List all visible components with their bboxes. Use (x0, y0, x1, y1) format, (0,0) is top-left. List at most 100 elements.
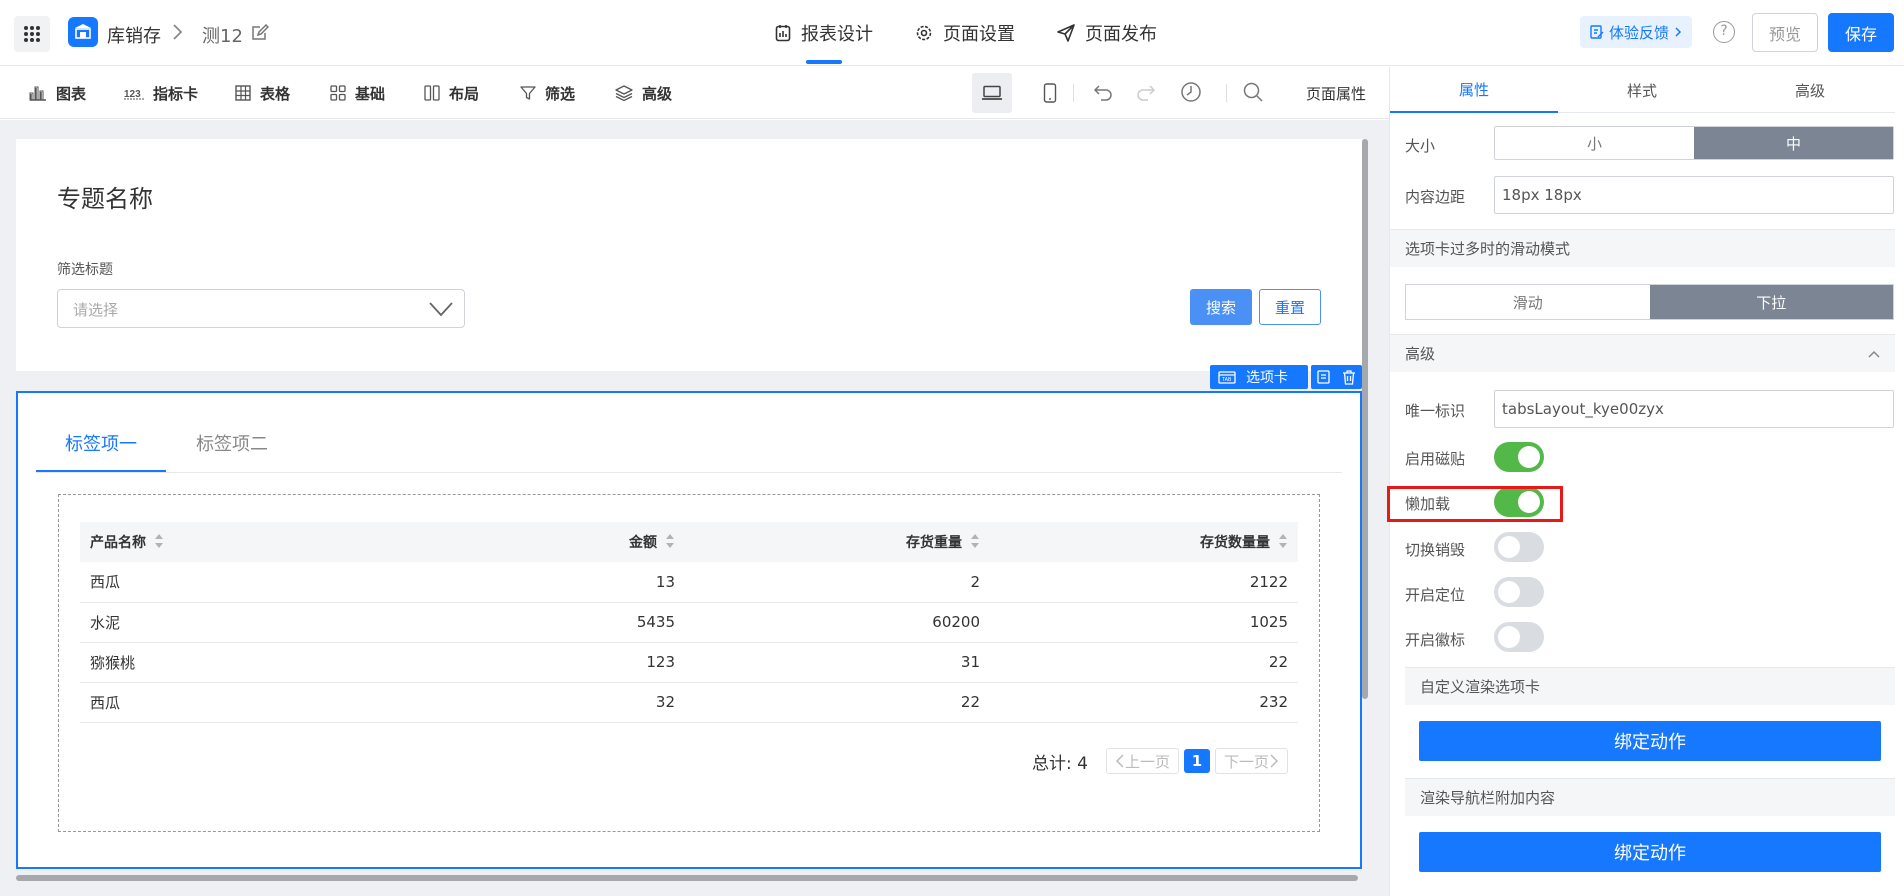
phone-icon (1043, 83, 1057, 103)
tool-filter[interactable]: 筛选 (520, 67, 575, 119)
tab-item-2[interactable]: 标签项二 (196, 430, 268, 456)
tool-label: 指标卡 (153, 84, 199, 103)
chevron-left-icon (1115, 754, 1124, 768)
table-cell: 西瓜 (80, 562, 380, 603)
tab-bar: 标签项一 标签项二 (36, 393, 1342, 473)
size-option-medium[interactable]: 中 (1694, 127, 1893, 159)
tool-advanced[interactable]: 高级 (615, 67, 672, 119)
next-label: 下一页 (1223, 752, 1269, 771)
tabs-card[interactable]: 标签项一 标签项二 产品名称 金额 存货重量 存货数量量 西瓜 13 2 212… (16, 391, 1362, 869)
table-row[interactable]: 西瓜 13 2 2122 (80, 562, 1298, 603)
scroll-option-dropdown[interactable]: 下拉 (1649, 285, 1893, 319)
tool-layout[interactable]: 布局 (424, 67, 479, 119)
filter-label: 筛选标题 (57, 262, 113, 278)
toggle-switch-locate[interactable] (1494, 577, 1544, 607)
tab-advanced[interactable]: 高级 (1726, 67, 1894, 113)
search-button[interactable]: 搜索 (1190, 289, 1252, 325)
prev-page-button[interactable]: 上一页 (1105, 748, 1179, 774)
column-header[interactable]: 存货重量 (685, 522, 990, 562)
sort-icon[interactable] (154, 533, 164, 553)
toggle-switch-badge[interactable] (1494, 622, 1544, 652)
copy-icon[interactable] (1316, 369, 1332, 385)
filter-select[interactable]: 请选择 (57, 289, 465, 328)
bind-action-button[interactable]: 绑定动作 (1419, 721, 1881, 761)
padding-input[interactable]: 18px 18px (1494, 176, 1894, 214)
feedback-button[interactable]: 体验反馈 (1580, 16, 1693, 48)
page-number[interactable]: 1 (1183, 749, 1210, 773)
size-option-small[interactable]: 小 (1495, 127, 1694, 159)
table-row[interactable]: 水泥 5435 60200 1025 (80, 602, 1298, 643)
scroll-option-slide[interactable]: 滑动 (1406, 285, 1650, 319)
bar-chart-icon (29, 86, 46, 101)
apps-grid-icon[interactable] (14, 16, 50, 52)
sort-icon[interactable] (665, 533, 675, 553)
prev-label: 上一页 (1124, 752, 1170, 771)
toggle-knob (1498, 626, 1520, 648)
column-header[interactable]: 存货数量量 (990, 522, 1298, 562)
tool-chart[interactable]: 图表 (29, 67, 86, 119)
tab-label: 报表设计 (801, 24, 873, 45)
table-row[interactable]: 西瓜 32 22 232 (80, 682, 1298, 723)
custom-render-section: 自定义渲染选项卡 (1405, 667, 1895, 705)
toggle-knob (1518, 446, 1540, 468)
filter-card[interactable]: 专题名称 筛选标题 请选择 搜索 重置 (16, 139, 1362, 371)
preview-button[interactable]: 预览 (1752, 13, 1818, 52)
mobile-view-button[interactable] (1030, 73, 1070, 113)
tab-item-1[interactable]: 标签项一 (65, 430, 137, 456)
undo-icon[interactable] (1092, 81, 1114, 107)
tab-page-publish[interactable]: 页面发布 (1057, 0, 1157, 66)
tool-kpi-card[interactable]: 123 指标卡 (124, 67, 198, 119)
tab-style[interactable]: 样式 (1558, 67, 1726, 113)
toggle-switch-tile[interactable] (1494, 442, 1544, 472)
chevron-right-icon (1270, 754, 1279, 768)
tab-properties[interactable]: 属性 (1390, 67, 1558, 113)
tool-label: 基础 (355, 84, 386, 103)
padding-label: 内容边距 (1405, 188, 1466, 206)
edit-icon[interactable] (251, 23, 270, 46)
pagination: 总计: 4 上一页 1 下一页 (1032, 748, 1288, 774)
pagination-total: 总计: 4 (1032, 753, 1088, 774)
column-header[interactable]: 金额 (380, 522, 685, 562)
tool-basic[interactable]: 基础 (330, 67, 385, 119)
main-nav-tabs: 报表设计 页面设置 页面发布 (775, 0, 1199, 66)
page-properties-button[interactable]: 页面属性 (1306, 67, 1366, 119)
tool-label: 高级 (642, 84, 673, 103)
desktop-view-button[interactable] (972, 73, 1012, 113)
sort-icon[interactable] (1278, 533, 1288, 553)
panel-tabs: 属性 样式 高级 (1390, 67, 1895, 113)
tab-page-settings[interactable]: 页面设置 (915, 0, 1015, 66)
tab-report-design[interactable]: 报表设计 (775, 0, 873, 66)
save-button[interactable]: 保存 (1828, 13, 1894, 52)
table-cell: 60200 (685, 602, 990, 643)
top-bar: 库销存 测12 报表设计 页面设置 页面发布 体验反馈 ? 预览 保存 (0, 0, 1904, 66)
bind-action-button-2[interactable]: 绑定动作 (1419, 832, 1881, 872)
table-header-row: 产品名称 金额 存货重量 存货数量量 (80, 522, 1298, 562)
help-icon[interactable]: ? (1713, 21, 1735, 43)
sort-icon[interactable] (970, 533, 980, 553)
divider (1226, 84, 1227, 102)
page-name[interactable]: 测12 (202, 22, 243, 48)
horizontal-scrollbar[interactable] (16, 875, 1358, 881)
table-container[interactable]: 产品名称 金额 存货重量 存货数量量 西瓜 13 2 2122 水泥 5435 … (58, 494, 1320, 832)
table-cell: 2122 (990, 562, 1298, 603)
vertical-scrollbar[interactable] (1362, 139, 1368, 699)
tabs-component-badge[interactable]: TAB 选项卡 (1210, 365, 1308, 389)
redo-icon[interactable] (1135, 81, 1157, 107)
advanced-section-header[interactable]: 高级 (1390, 334, 1895, 372)
table-cell: 22 (990, 642, 1298, 683)
advanced-label: 高级 (1405, 345, 1436, 363)
size-segmented: 小 中 (1494, 126, 1894, 160)
table-row[interactable]: 猕猴桃 123 31 22 (80, 642, 1298, 683)
uid-label: 唯一标识 (1405, 402, 1466, 420)
tool-table[interactable]: 表格 (235, 67, 290, 119)
search-icon[interactable] (1242, 81, 1264, 107)
app-name[interactable]: 库销存 (107, 22, 161, 48)
column-header[interactable]: 产品名称 (80, 522, 380, 562)
delete-icon[interactable] (1341, 369, 1357, 385)
toggle-switch-destroy[interactable] (1494, 532, 1544, 562)
send-icon (1057, 24, 1075, 42)
uid-input[interactable]: tabsLayout_kye00zyx (1494, 390, 1894, 428)
reset-button[interactable]: 重置 (1259, 289, 1321, 325)
next-page-button[interactable]: 下一页 (1214, 748, 1288, 774)
history-icon[interactable] (1180, 81, 1202, 107)
